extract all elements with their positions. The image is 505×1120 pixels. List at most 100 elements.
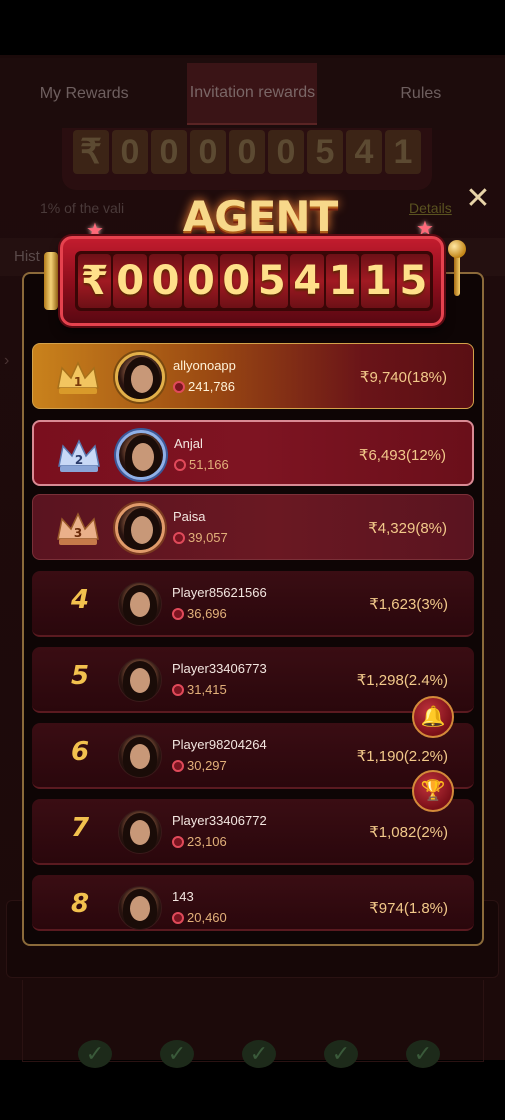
bg-digit: 0 bbox=[190, 130, 226, 174]
reward-amount: ₹974(1.8%) bbox=[369, 900, 448, 917]
check-icon: ✓ bbox=[324, 1040, 358, 1068]
player-score: 36,696 bbox=[172, 606, 227, 621]
lever-ball bbox=[448, 240, 466, 258]
player-score: 23,106 bbox=[172, 834, 227, 849]
trophy-icon[interactable]: 🏆 bbox=[412, 770, 454, 812]
score-value: 30,297 bbox=[187, 758, 227, 773]
avatar bbox=[115, 352, 165, 402]
rank-number: 4 bbox=[70, 585, 90, 615]
score-value: 39,057 bbox=[188, 530, 228, 545]
rank-label: 1 bbox=[74, 375, 82, 389]
rank-label: 2 bbox=[75, 453, 83, 467]
bg-digit: 4 bbox=[346, 130, 382, 174]
player-score: 20,460 bbox=[172, 910, 227, 925]
player-name: Anjal bbox=[174, 436, 203, 451]
chip-icon bbox=[172, 911, 184, 924]
score-value: 36,696 bbox=[187, 606, 227, 621]
leaderboard-row-7: 7 Player33406772 23,106 ₹1,082(2%) bbox=[32, 799, 474, 865]
player-name: Player33406772 bbox=[172, 813, 267, 828]
tab-invitation-rewards[interactable]: Invitation rewards bbox=[187, 63, 318, 125]
avatar bbox=[118, 810, 162, 854]
bg-digit: 5 bbox=[307, 130, 343, 174]
rank-number: 8 bbox=[70, 889, 90, 919]
jackpot-digit: 5 bbox=[396, 254, 431, 308]
player-score: 39,057 bbox=[173, 530, 228, 545]
player-name: allyonoapp bbox=[173, 358, 236, 373]
bell-icon[interactable]: 🔔 bbox=[412, 696, 454, 738]
leaderboard-row-5: 5 Player33406773 31,415 ₹1,298(2.4%) bbox=[32, 647, 474, 713]
crown-gold-icon: 1 bbox=[57, 361, 99, 394]
chip-icon bbox=[172, 759, 184, 772]
chevron-right-icon: › bbox=[4, 352, 10, 369]
crown-bronze-icon: 3 bbox=[57, 512, 99, 545]
jackpot-lever[interactable] bbox=[444, 240, 470, 298]
avatar bbox=[118, 658, 162, 702]
leaderboard-row-8: 8 143 20,460 ₹974(1.8%) bbox=[32, 875, 474, 931]
reward-amount: ₹1,298(2.4%) bbox=[356, 672, 448, 689]
player-name: Player98204264 bbox=[172, 737, 267, 752]
lever-stick bbox=[454, 252, 460, 296]
score-value: 23,106 bbox=[187, 834, 227, 849]
check-icon: ✓ bbox=[242, 1040, 276, 1068]
jackpot-digit: 0 bbox=[148, 254, 183, 308]
rank-number: 5 bbox=[70, 661, 90, 691]
jackpot-digit: 1 bbox=[325, 254, 360, 308]
avatar bbox=[116, 430, 166, 480]
player-score: 31,415 bbox=[172, 682, 227, 697]
score-value: 241,786 bbox=[188, 379, 235, 394]
tab-my-rewards[interactable]: My Rewards bbox=[19, 86, 149, 102]
player-score: 30,297 bbox=[172, 758, 227, 773]
reward-amount: ₹1,082(2%) bbox=[369, 824, 448, 841]
player-score: 51,166 bbox=[174, 457, 229, 472]
avatar bbox=[118, 582, 162, 626]
chip-icon bbox=[174, 458, 186, 471]
jackpot-digit: 1 bbox=[361, 254, 395, 308]
rank-number: 7 bbox=[70, 813, 90, 843]
score-value: 31,415 bbox=[187, 682, 227, 697]
leaderboard-row-6: 6 Player98204264 30,297 ₹1,190(2.2%) bbox=[32, 723, 474, 789]
score-value: 51,166 bbox=[189, 457, 229, 472]
chip-icon bbox=[172, 835, 184, 848]
rank-number: 6 bbox=[70, 737, 90, 767]
player-name: Player85621566 bbox=[172, 585, 267, 600]
reward-amount: ₹1,623(3%) bbox=[369, 596, 448, 613]
chip-icon bbox=[173, 380, 185, 393]
leaderboard-row-4: 4 Player85621566 36,696 ₹1,623(3%) bbox=[32, 571, 474, 637]
reward-amount: ₹6,493(12%) bbox=[358, 447, 446, 464]
check-icon: ✓ bbox=[78, 1040, 112, 1068]
jackpot-digit: 0 bbox=[113, 254, 147, 308]
player-name: 143 bbox=[172, 889, 194, 904]
leaderboard-row-1: 1 allyonoapp 241,786 ₹9,740(18%) bbox=[32, 343, 474, 409]
check-icon: ✓ bbox=[160, 1040, 194, 1068]
jackpot-digit: 4 bbox=[290, 254, 324, 308]
crown-silver-icon: 2 bbox=[58, 439, 100, 472]
player-name: Paisa bbox=[173, 509, 206, 524]
reward-amount: ₹1,190(2.2%) bbox=[356, 748, 448, 765]
background-jackpot-counter: ₹ 0 0 0 0 0 5 4 1 bbox=[62, 128, 432, 190]
reward-amount: ₹9,740(18%) bbox=[359, 369, 447, 386]
reward-amount: ₹4,329(8%) bbox=[368, 520, 447, 537]
bg-digit: 0 bbox=[268, 130, 304, 174]
jackpot-digits: ₹ 0 0 0 0 5 4 1 1 5 bbox=[75, 251, 433, 311]
bg-digit: 1 bbox=[385, 130, 421, 174]
jackpot-side-ornament bbox=[44, 252, 58, 310]
bg-digit: 0 bbox=[112, 130, 148, 174]
leaderboard-row-2: 2 Anjal 51,166 ₹6,493(12%) bbox=[32, 420, 474, 486]
player-score: 241,786 bbox=[173, 379, 235, 394]
avatar bbox=[115, 503, 165, 553]
bg-digit: 0 bbox=[151, 130, 187, 174]
jackpot-header: AGENT JACKPOT ★ ★ ₹ 0 0 0 0 5 4 1 1 5 bbox=[40, 192, 470, 340]
player-name: Player33406773 bbox=[172, 661, 267, 676]
avatar bbox=[118, 734, 162, 778]
chip-icon bbox=[172, 683, 184, 696]
jackpot-digit: 5 bbox=[255, 254, 289, 308]
background-tabs: My Rewards Invitation rewards Rules bbox=[0, 58, 505, 130]
background-checks: ✓ ✓ ✓ ✓ ✓ bbox=[78, 1040, 440, 1068]
chip-icon bbox=[173, 531, 185, 544]
avatar bbox=[118, 886, 162, 930]
jackpot-digit: 0 bbox=[184, 254, 218, 308]
bg-digit: 0 bbox=[229, 130, 265, 174]
history-tab[interactable]: Hist bbox=[14, 248, 40, 265]
leaderboard-row-3: 3 Paisa 39,057 ₹4,329(8%) bbox=[32, 494, 474, 560]
tab-rules[interactable]: Rules bbox=[356, 86, 486, 102]
